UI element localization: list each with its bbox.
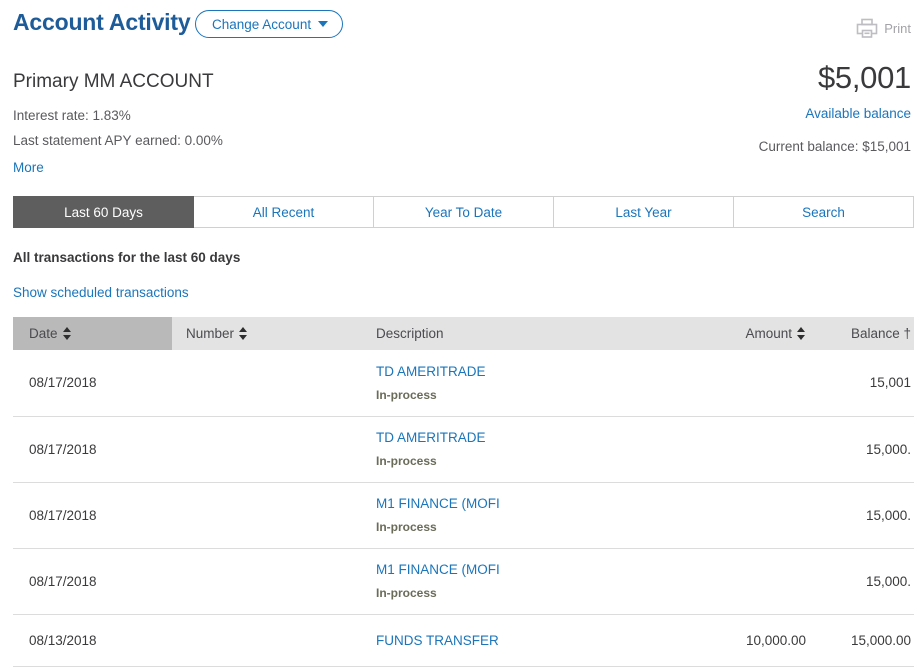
interest-rate-text: Interest rate: 1.83% <box>13 108 131 123</box>
print-label: Print <box>884 21 911 36</box>
more-link[interactable]: More <box>13 160 44 175</box>
cell-description: TD AMERITRADE In-process <box>364 350 684 416</box>
column-header-date-label: Date <box>29 326 58 341</box>
column-header-description: Description <box>364 317 684 350</box>
table-row: 08/17/2018 M1 FINANCE (MOFI In-process 1… <box>13 482 914 548</box>
transaction-description-link[interactable]: TD AMERITRADE <box>376 430 674 445</box>
cell-balance: 15,000. <box>814 548 914 614</box>
transaction-description-link[interactable]: M1 FINANCE (MOFI <box>376 562 674 577</box>
cell-description: TD AMERITRADE In-process <box>364 416 684 482</box>
transaction-status: In-process <box>376 454 674 468</box>
column-header-date[interactable]: Date <box>13 317 172 350</box>
cell-balance: 15,000. <box>814 482 914 548</box>
column-header-amount-label: Amount <box>745 326 792 341</box>
cell-number <box>172 416 364 482</box>
cell-amount <box>684 350 814 416</box>
account-activity-page: Account Activity Change Account Print Pr… <box>0 0 924 668</box>
cell-amount <box>684 548 814 614</box>
tab-all-recent[interactable]: All Recent <box>194 196 374 228</box>
tab-year-to-date[interactable]: Year To Date <box>374 196 554 228</box>
cell-balance: 15,000.00 <box>814 614 914 666</box>
transactions-table: Date Number Description Amount Balance †… <box>13 317 914 667</box>
tab-last-year[interactable]: Last Year <box>554 196 734 228</box>
available-balance-link[interactable]: Available balance <box>805 106 911 121</box>
column-header-number[interactable]: Number <box>172 317 364 350</box>
account-name: Primary MM ACCOUNT <box>13 71 214 93</box>
transaction-status: In-process <box>376 388 674 402</box>
activity-tabs: Last 60 Days All Recent Year To Date Las… <box>13 196 914 228</box>
transaction-status: In-process <box>376 520 674 534</box>
chevron-down-icon <box>318 21 328 27</box>
column-header-amount[interactable]: Amount <box>684 317 814 350</box>
tab-search[interactable]: Search <box>734 196 914 228</box>
transaction-description-link[interactable]: TD AMERITRADE <box>376 364 674 379</box>
current-balance-text: Current balance: $15,001 <box>759 139 911 154</box>
printer-icon <box>856 18 878 39</box>
apy-earned-text: Last statement APY earned: 0.00% <box>13 133 223 148</box>
transaction-status: In-process <box>376 586 674 600</box>
cell-description: FUNDS TRANSFER <box>364 614 684 666</box>
transaction-description-link[interactable]: FUNDS TRANSFER <box>376 633 674 648</box>
table-row: 08/13/2018 FUNDS TRANSFER 10,000.00 15,0… <box>13 614 914 666</box>
cell-amount <box>684 416 814 482</box>
column-header-balance-label: Balance † <box>851 326 911 341</box>
cell-description: M1 FINANCE (MOFI In-process <box>364 482 684 548</box>
cell-amount <box>684 482 814 548</box>
change-account-button[interactable]: Change Account <box>195 10 343 38</box>
cell-date: 08/17/2018 <box>13 548 172 614</box>
column-header-balance: Balance † <box>814 317 914 350</box>
table-body: 08/17/2018 TD AMERITRADE In-process 15,0… <box>13 350 914 666</box>
cell-number <box>172 614 364 666</box>
sort-icon[interactable] <box>239 327 248 340</box>
show-scheduled-transactions-link[interactable]: Show scheduled transactions <box>13 285 189 300</box>
cell-date: 08/13/2018 <box>13 614 172 666</box>
cell-amount: 10,000.00 <box>684 614 814 666</box>
cell-number <box>172 548 364 614</box>
cell-number <box>172 482 364 548</box>
table-row: 08/17/2018 TD AMERITRADE In-process 15,0… <box>13 416 914 482</box>
table-row: 08/17/2018 TD AMERITRADE In-process 15,0… <box>13 350 914 416</box>
page-header: Account Activity Change Account Print <box>0 0 924 52</box>
cell-date: 08/17/2018 <box>13 482 172 548</box>
print-button[interactable]: Print <box>856 18 911 39</box>
change-account-label: Change Account <box>212 17 311 32</box>
cell-date: 08/17/2018 <box>13 350 172 416</box>
table-header-row: Date Number Description Amount Balance † <box>13 317 914 350</box>
cell-date: 08/17/2018 <box>13 416 172 482</box>
page-title: Account Activity <box>13 9 190 36</box>
cell-balance: 15,001 <box>814 350 914 416</box>
column-header-number-label: Number <box>186 326 234 341</box>
transaction-description-link[interactable]: M1 FINANCE (MOFI <box>376 496 674 511</box>
table-header: Date Number Description Amount Balance † <box>13 317 914 350</box>
column-header-description-label: Description <box>376 326 444 341</box>
table-row: 08/17/2018 M1 FINANCE (MOFI In-process 1… <box>13 548 914 614</box>
cell-balance: 15,000. <box>814 416 914 482</box>
cell-number <box>172 350 364 416</box>
sort-icon[interactable] <box>63 327 72 340</box>
cell-description: M1 FINANCE (MOFI In-process <box>364 548 684 614</box>
tab-last-60-days[interactable]: Last 60 Days <box>13 196 194 228</box>
available-balance-amount: $5,001 <box>818 60 911 96</box>
transactions-heading: All transactions for the last 60 days <box>13 250 240 265</box>
sort-icon[interactable] <box>797 327 806 340</box>
